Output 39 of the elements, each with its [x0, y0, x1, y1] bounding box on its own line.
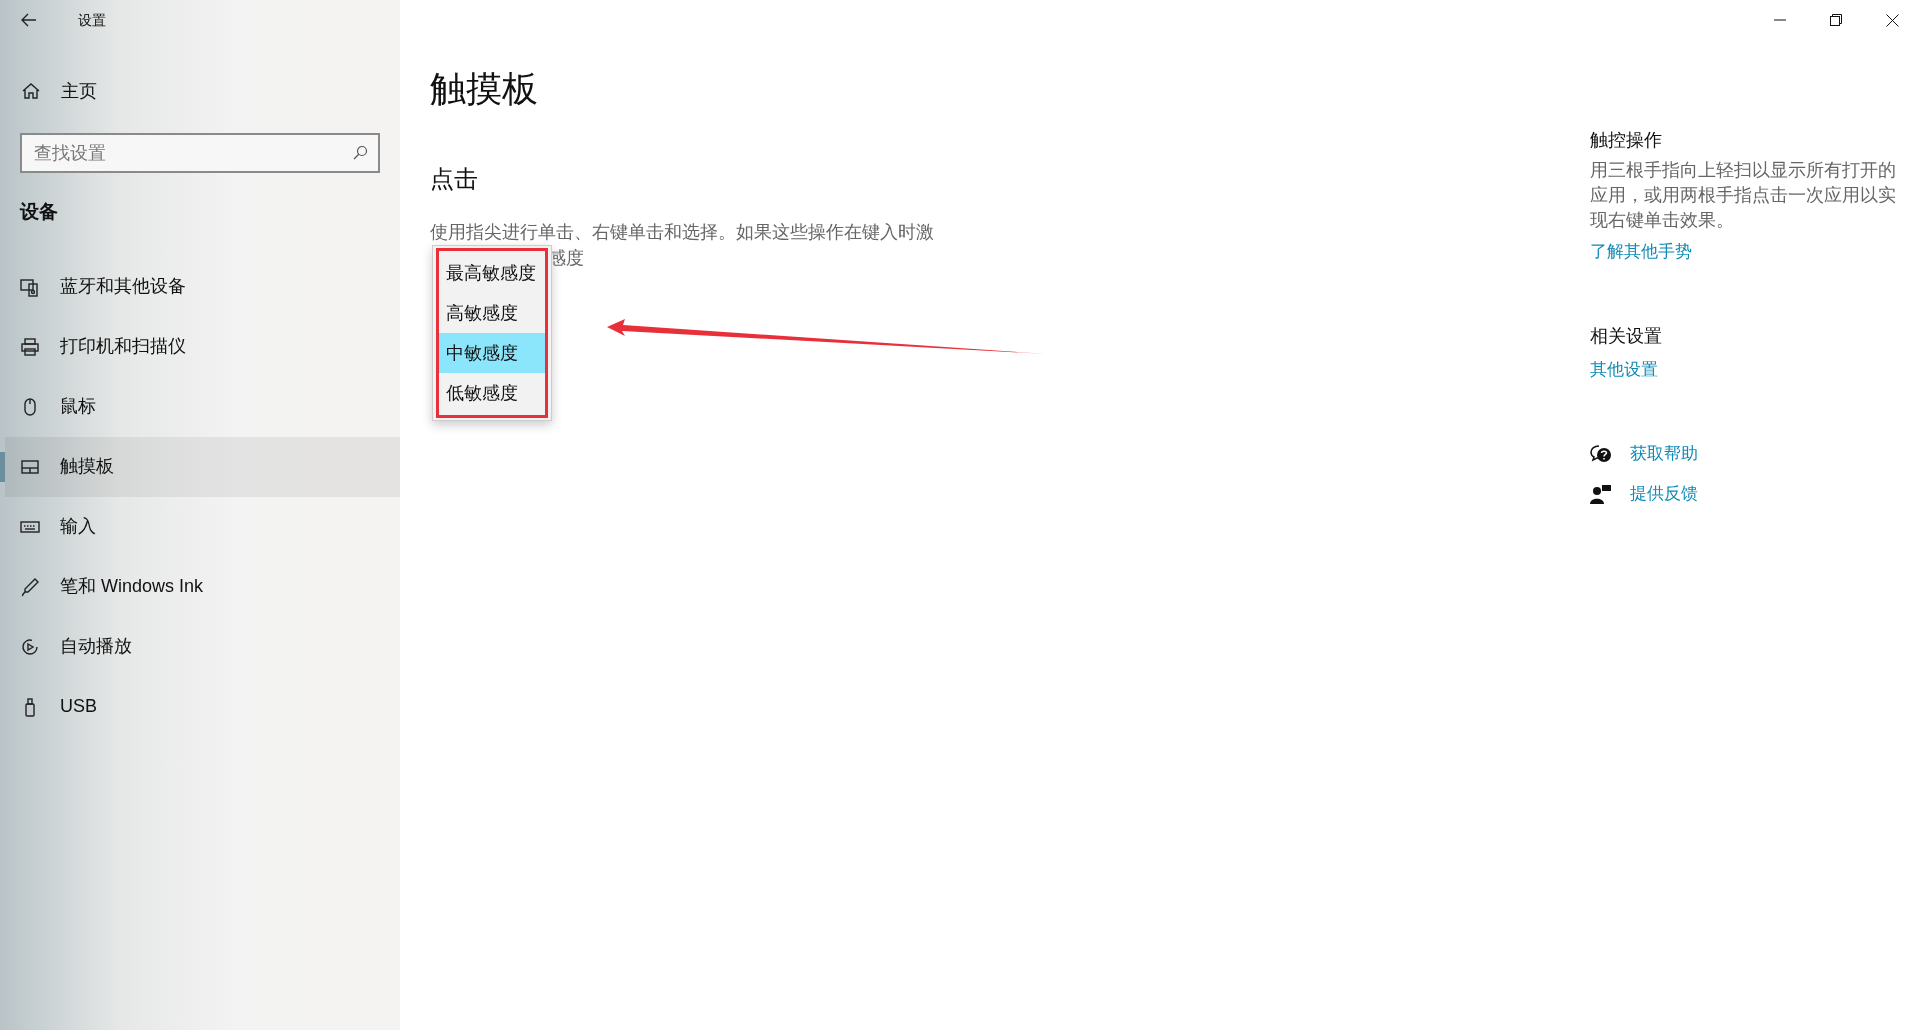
pen-icon — [20, 576, 40, 597]
dropdown-option[interactable]: 中敏感度 — [439, 333, 545, 373]
selection-indicator — [0, 451, 5, 482]
restore-icon — [1830, 14, 1842, 26]
devices-icon — [20, 276, 40, 297]
back-arrow-icon — [21, 13, 37, 27]
search-icon — [352, 145, 368, 161]
window-title: 设置 — [78, 10, 106, 30]
related-settings-link[interactable]: 其他设置 — [1590, 357, 1658, 383]
nav-item[interactable]: 蓝牙和其他设备 — [5, 256, 400, 317]
description-text: 使用指尖进行单击、右键单击和选择。如果这些操作在键入时激 — [430, 221, 935, 244]
dropdown-option[interactable]: 低敏感度 — [439, 373, 545, 413]
help-link[interactable]: 提供反馈 — [1630, 481, 1698, 507]
minimize-icon — [1774, 19, 1786, 21]
search-field[interactable]: 查找设置 — [20, 133, 380, 173]
page-title: 触摸板 — [430, 67, 539, 111]
nav-item[interactable]: 自动播放 — [5, 616, 400, 677]
nav-item[interactable]: USB — [5, 676, 400, 737]
feedback-icon — [1590, 484, 1612, 504]
nav-item[interactable]: 触摸板 — [5, 436, 400, 497]
help-link[interactable]: 获取帮助 — [1630, 441, 1698, 467]
gestures-text: 用三根手指向上轻扫以显示所有打开的应用，或用两根手指点击一次应用以实现右键单击效果。 — [1590, 159, 1897, 232]
autoplay-icon — [20, 636, 40, 657]
home-nav-item[interactable]: 主页 — [0, 66, 400, 116]
nav-item[interactable]: 鼠标 — [5, 376, 400, 437]
help-icon — [1590, 444, 1612, 464]
nav-item[interactable]: 笔和 Windows Ink — [5, 556, 400, 617]
aside-heading: 相关设置 — [1590, 325, 1663, 348]
aside-heading: 触控操作 — [1590, 129, 1663, 152]
nav-item[interactable]: 打印机和扫描仪 — [5, 316, 400, 377]
gestures-link[interactable]: 了解其他手势 — [1590, 239, 1692, 265]
section-title: 点击 — [430, 164, 479, 194]
printer-icon — [20, 336, 40, 357]
dropdown-option[interactable]: 高敏感度 — [439, 293, 545, 333]
section-heading: 设备 — [18, 200, 59, 224]
home-icon — [21, 81, 41, 101]
dropdown-option[interactable]: 最高敏感度 — [439, 253, 545, 293]
nav-item[interactable]: 输入 — [5, 496, 400, 557]
close-icon — [1885, 13, 1899, 27]
